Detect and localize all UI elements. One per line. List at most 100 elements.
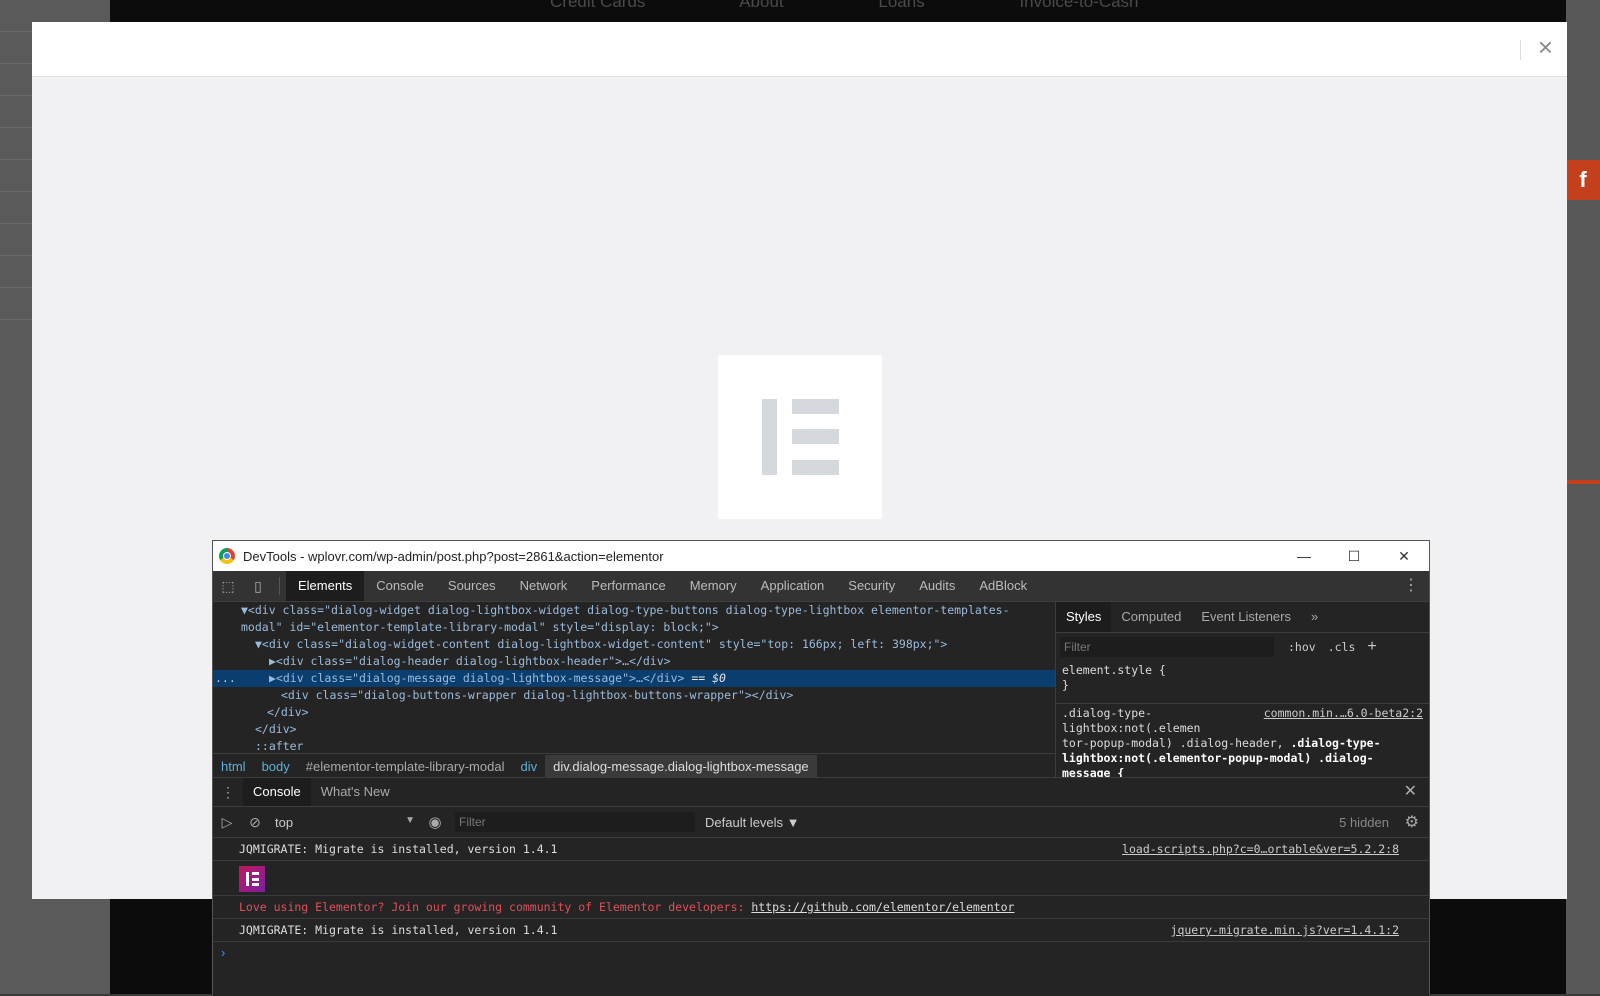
hover-state-toggle[interactable]: :hov xyxy=(1288,640,1316,654)
rule-selector-match: .dialog-type- xyxy=(1290,736,1381,750)
log-levels-dropdown[interactable]: Default levels ▼ xyxy=(705,815,800,830)
node-actions[interactable]: ... xyxy=(215,670,236,687)
tab-styles[interactable]: Styles xyxy=(1056,602,1112,632)
console-message: Love using Elementor? Join our growing c… xyxy=(213,896,1429,919)
device-toolbar-icon[interactable]: ▯ xyxy=(243,578,273,595)
chrome-icon xyxy=(219,548,235,564)
tab-elements[interactable]: Elements xyxy=(286,571,365,601)
breadcrumb-item[interactable]: div xyxy=(512,759,545,774)
modal-header: × xyxy=(32,22,1567,77)
close-window-button[interactable]: ✕ xyxy=(1379,541,1429,571)
breadcrumb-item[interactable]: html xyxy=(213,759,254,774)
console-filter-input[interactable]: Filter xyxy=(455,812,695,832)
dom-node[interactable]: <div class="dialog-buttons-wrapper dialo… xyxy=(213,687,1055,704)
message-text: Love using Elementor? Join our growing c… xyxy=(239,900,752,914)
background-nav: Credit Cards About Loans Invoice-to-Cash xyxy=(550,0,1229,12)
maximize-button[interactable]: ☐ xyxy=(1329,541,1379,571)
styles-panel: Styles Computed Event Listeners » Filter… xyxy=(1056,602,1429,780)
dom-node[interactable]: </div> xyxy=(213,721,1055,738)
dom-tree: ▼<div class="dialog-widget dialog-lightb… xyxy=(213,602,1055,752)
message-text: JQMIGRATE: Migrate is installed, version… xyxy=(239,842,558,856)
devtools-window: DevTools - wplovr.com/wp-admin/post.php?… xyxy=(212,540,1430,996)
minimize-button[interactable]: — xyxy=(1279,541,1329,571)
console-message xyxy=(213,861,1429,896)
logo-bar xyxy=(762,399,777,475)
tab-sources[interactable]: Sources xyxy=(436,571,508,601)
more-tabs-icon[interactable]: » xyxy=(1301,602,1328,632)
dom-node[interactable]: </div> xyxy=(213,704,1055,721)
console-ref: == $0 xyxy=(691,671,726,685)
dropdown-arrow-icon: ▼ xyxy=(405,814,415,826)
console-prompt[interactable]: › xyxy=(213,942,1429,964)
context-value: top xyxy=(275,814,294,830)
rule-close: } xyxy=(1062,678,1069,692)
live-expression-eye-icon[interactable]: ◉ xyxy=(415,813,455,831)
console-message: JQMIGRATE: Migrate is installed, version… xyxy=(213,838,1429,861)
dom-node[interactable]: modal" id="elementor-template-library-mo… xyxy=(213,619,1055,636)
drawer-menu-icon[interactable]: ⋮ xyxy=(213,784,243,801)
message-link[interactable]: https://github.com/elementor/elementor xyxy=(751,900,1014,914)
breadcrumb-item-selected[interactable]: div.dialog-message.dialog-lightbox-messa… xyxy=(545,754,817,778)
dom-node[interactable]: ▶<div class="dialog-header dialog-lightb… xyxy=(213,653,1055,670)
rule-source-link[interactable]: common.min.…6.0-beta2:2 xyxy=(1264,706,1423,721)
message-source-link[interactable]: jquery-migrate.min.js?ver=1.4.1:2 xyxy=(1171,919,1399,941)
devtools-titlebar: DevTools - wplovr.com/wp-admin/post.php?… xyxy=(213,541,1429,571)
tab-application[interactable]: Application xyxy=(749,571,837,601)
nav-item: Loans xyxy=(878,0,925,11)
hidden-count: 5 hidden xyxy=(1339,814,1389,830)
background-right-panel: f xyxy=(1566,0,1600,994)
close-icon[interactable]: × xyxy=(1538,34,1553,60)
dom-node-text: ▶<div class="dialog-message dialog-light… xyxy=(269,671,685,685)
tab-console[interactable]: Console xyxy=(364,571,436,601)
elementor-logo-icon xyxy=(239,866,265,892)
show-sidebar-icon[interactable]: ▷ xyxy=(213,814,241,831)
nav-item: Credit Cards xyxy=(550,0,646,11)
console-drawer: ⋮ Console What's New ✕ ▷ ⊘ top ▼ ◉ Filter… xyxy=(213,777,1429,996)
accent-bar xyxy=(1566,480,1600,484)
tab-memory[interactable]: Memory xyxy=(678,571,749,601)
drawer-tab-whats-new[interactable]: What's New xyxy=(311,778,400,806)
more-options-icon[interactable]: ⋮ xyxy=(1403,571,1419,601)
logo-bar xyxy=(792,429,839,444)
gear-icon[interactable]: ⚙ xyxy=(1405,812,1419,832)
devtools-toolbar: ⬚ ▯ Elements Console Sources Network Per… xyxy=(213,571,1429,602)
context-select[interactable]: top ▼ xyxy=(269,815,415,830)
style-rule: element.style { } xyxy=(1056,661,1429,704)
clear-console-icon[interactable]: ⊘ xyxy=(241,814,269,831)
rule-selector: element.style { xyxy=(1062,663,1166,677)
window-title: DevTools - wplovr.com/wp-admin/post.php?… xyxy=(243,548,664,564)
message-source-link[interactable]: load-scripts.php?c=0…ortable&ver=5.2.2:8 xyxy=(1122,838,1399,860)
close-drawer-icon[interactable]: ✕ xyxy=(1404,778,1417,806)
header-divider xyxy=(1520,40,1521,60)
nav-item: About xyxy=(739,0,784,11)
style-rule: common.min.…6.0-beta2:2 .dialog-type- li… xyxy=(1056,704,1429,783)
rule-selector: tor-popup-modal) .dialog-header, xyxy=(1062,736,1284,750)
message-text: JQMIGRATE: Migrate is installed, version… xyxy=(239,923,558,937)
dom-node[interactable]: ▼<div class="dialog-widget-content dialo… xyxy=(213,636,1055,653)
dom-node-selected[interactable]: ... ▶<div class="dialog-message dialog-li… xyxy=(213,670,1055,687)
logo-bar xyxy=(792,460,839,475)
tab-audits[interactable]: Audits xyxy=(907,571,967,601)
add-rule-icon[interactable]: + xyxy=(1367,638,1376,656)
facebook-icon: f xyxy=(1566,160,1600,200)
tab-security[interactable]: Security xyxy=(836,571,907,601)
breadcrumb: html body #elementor-template-library-mo… xyxy=(213,753,1055,778)
tab-event-listeners[interactable]: Event Listeners xyxy=(1191,602,1301,632)
drawer-tab-console[interactable]: Console xyxy=(243,778,311,806)
tab-computed[interactable]: Computed xyxy=(1111,602,1191,632)
dom-node[interactable]: ::after xyxy=(213,738,1055,752)
dom-node[interactable]: ▼<div class="dialog-widget dialog-lightb… xyxy=(213,602,1055,619)
breadcrumb-item[interactable]: body xyxy=(254,759,298,774)
console-message: JQMIGRATE: Migrate is installed, version… xyxy=(213,919,1429,942)
class-toggle[interactable]: .cls xyxy=(1328,640,1356,654)
elements-panel: ▼<div class="dialog-widget dialog-lightb… xyxy=(213,602,1056,778)
inspect-element-icon[interactable]: ⬚ xyxy=(213,578,243,595)
tab-performance[interactable]: Performance xyxy=(579,571,677,601)
styles-filter-input[interactable]: Filter xyxy=(1060,637,1274,657)
rule-selector: lightbox:not(.elemen xyxy=(1062,721,1201,735)
rule-selector-match: lightbox:not(.elementor-popup-modal) .di… xyxy=(1062,751,1374,765)
tab-network[interactable]: Network xyxy=(508,571,580,601)
tab-adblock[interactable]: AdBlock xyxy=(967,571,1039,601)
nav-item: Invoice-to-Cash xyxy=(1019,0,1139,11)
breadcrumb-item[interactable]: #elementor-template-library-modal xyxy=(298,759,513,774)
